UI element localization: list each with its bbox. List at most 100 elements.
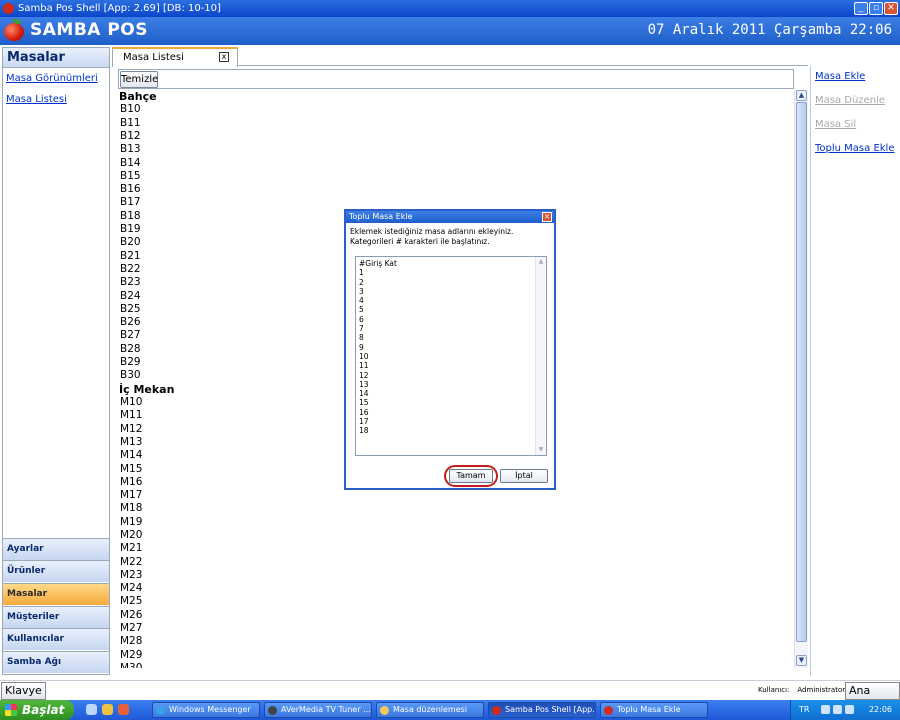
table-list-item[interactable]: M27 — [118, 622, 794, 635]
user-name: Administrator — [797, 686, 846, 694]
table-list-item[interactable]: M21 — [118, 542, 794, 555]
keyboard-button[interactable]: Klavye — [1, 682, 46, 700]
tab-bar: Masa Listesi x — [112, 47, 808, 67]
textarea-scroll-up-icon[interactable]: ▲ — [537, 257, 545, 266]
textarea-lines: #Giriş Kat 1 2 3 4 5 6 7 8 9 10 11 12 13 14 15 16 17 18 — [359, 259, 397, 436]
taskbar-button-label: Masa düzenlemesi — [393, 705, 468, 714]
taskbar-app-icon — [492, 706, 501, 715]
table-list-item[interactable]: M29 — [118, 649, 794, 662]
show-desktop-icon[interactable] — [86, 704, 97, 715]
table-list-item[interactable]: M19 — [118, 516, 794, 529]
main-menu-button[interactable]: Ana Menü — [845, 682, 900, 713]
table-list-item[interactable]: M24 — [118, 582, 794, 595]
dialog-instruction: Eklemek istediğiniz masa adlarını ekleyi… — [350, 227, 514, 246]
windows-flag-icon — [5, 704, 17, 716]
table-list-item[interactable]: M22 — [118, 556, 794, 569]
link-masa-gorunumleri[interactable]: Masa Görünümleri — [6, 73, 109, 89]
brand-name: SAMBA POS — [30, 20, 149, 40]
category-samba-agi[interactable]: Samba Ağı — [3, 651, 109, 673]
table-list-item[interactable]: B14 — [118, 157, 794, 170]
category-ayarlar[interactable]: Ayarlar — [3, 538, 109, 560]
masa-sil-link: Masa Sil — [815, 119, 857, 130]
scroll-thumb[interactable] — [796, 102, 807, 642]
textarea-line: 1 — [359, 268, 364, 278]
left-navigation: Masalar Masa Görünümleri Masa Listesi Ay… — [2, 47, 110, 675]
table-list-item[interactable]: M26 — [118, 609, 794, 622]
table-list-item[interactable]: B15 — [118, 170, 794, 183]
window-titlebar[interactable]: Samba Pos Shell [App: 2.69] [DB: 10-10] … — [0, 0, 900, 17]
table-list-item[interactable]: M20 — [118, 529, 794, 542]
filter-input[interactable] — [160, 71, 792, 88]
taskbar: Başlat Windows Messenger AVerMedia TV Tun… — [0, 700, 900, 720]
language-indicator[interactable]: TR — [799, 700, 809, 720]
dialog-close-icon[interactable]: ✕ — [542, 212, 552, 222]
filter-bar: Temizle — [118, 69, 794, 89]
tab-label: Masa Listesi — [123, 52, 184, 63]
firefox-quicklaunch-icon[interactable] — [118, 704, 129, 715]
table-list-item[interactable]: B12 — [118, 130, 794, 143]
close-window-button[interactable]: ✕ — [884, 2, 898, 15]
system-tray: TR 22:06 — [790, 700, 900, 720]
scroll-up-icon[interactable]: ▲ — [796, 90, 807, 101]
taskbar-button[interactable]: Toplu Masa Ekle — [600, 702, 708, 718]
textarea-scroll-down-icon[interactable]: ▼ — [537, 445, 545, 454]
maximize-button[interactable]: ▫ — [869, 2, 883, 15]
taskbar-button[interactable]: Masa düzenlemesi — [376, 702, 484, 718]
table-list-item[interactable]: B17 — [118, 196, 794, 209]
ok-button[interactable]: Tamam — [449, 469, 493, 483]
category-masalar[interactable]: Masalar — [3, 583, 109, 605]
table-list-item[interactable]: B11 — [118, 117, 794, 130]
table-list-scrollbar[interactable]: ▲ ▼ — [794, 90, 808, 668]
category-urunler[interactable]: Ürünler — [3, 560, 109, 582]
textarea-line: 9 — [359, 342, 364, 352]
table-list-item[interactable]: M17 — [118, 489, 794, 502]
table-list-item[interactable]: B16 — [118, 183, 794, 196]
masa-ekle-link[interactable]: Masa Ekle — [815, 71, 899, 90]
scroll-down-icon[interactable]: ▼ — [796, 655, 807, 666]
table-list-item[interactable]: M18 — [118, 502, 794, 515]
textarea-scrollbar[interactable]: ▲ ▼ — [535, 257, 546, 455]
textarea-line: 15 — [359, 398, 369, 408]
table-list-item[interactable]: M25 — [118, 595, 794, 608]
link-masa-listesi[interactable]: Masa Listesi — [6, 94, 109, 110]
table-list-item[interactable]: B10 — [118, 103, 794, 116]
sidebar-title: Masalar — [3, 48, 109, 68]
cancel-button[interactable]: İptal — [500, 469, 548, 483]
table-names-textarea[interactable]: #Giriş Kat 1 2 3 4 5 6 7 8 9 10 11 12 13 14 15 16 17 18 ▲ … — [355, 256, 547, 456]
tray-security-icon[interactable] — [845, 705, 854, 714]
tray-network-icon[interactable] — [821, 705, 830, 714]
category-musteriler[interactable]: Müşteriler — [3, 606, 109, 628]
tray-volume-icon[interactable] — [833, 705, 842, 714]
minimize-button[interactable]: _ — [854, 2, 868, 15]
textarea-line: #Giriş Kat — [359, 259, 397, 268]
textarea-line: 14 — [359, 389, 369, 399]
taskbar-button[interactable]: Samba Pos Shell [App... — [488, 702, 596, 718]
toplu-masa-ekle-link[interactable]: Toplu Masa Ekle — [815, 143, 899, 162]
textarea-line: 17 — [359, 417, 369, 427]
taskbar-button-label: Toplu Masa Ekle — [617, 705, 681, 714]
taskbar-button-label: Windows Messenger — [169, 705, 251, 714]
textarea-line: 8 — [359, 333, 364, 343]
taskbar-button[interactable]: Windows Messenger — [152, 702, 260, 718]
textarea-line: 5 — [359, 305, 364, 315]
apple-logo-icon — [4, 19, 24, 41]
start-button[interactable]: Başlat — [0, 700, 74, 720]
tab-close-icon[interactable]: x — [219, 52, 229, 62]
textarea-line: 12 — [359, 370, 369, 380]
table-list-item[interactable]: B13 — [118, 143, 794, 156]
app-icon — [3, 3, 14, 14]
table-list-item[interactable]: M23 — [118, 569, 794, 582]
taskbar-button[interactable]: AVerMedia TV Tuner ... — [264, 702, 372, 718]
masa-duzenle-link: Masa Düzenle — [815, 95, 885, 106]
textarea-line: 4 — [359, 296, 364, 306]
taskbar-app-icon — [156, 706, 165, 715]
textarea-line: 18 — [359, 426, 369, 436]
taskbar-app-icon — [604, 706, 613, 715]
clear-button[interactable]: Temizle — [120, 71, 158, 88]
table-list-item[interactable]: M28 — [118, 635, 794, 648]
table-list-item[interactable]: M30 — [118, 662, 794, 668]
category-kullanicilar[interactable]: Kullanıcılar — [3, 628, 109, 650]
messenger-quicklaunch-icon[interactable] — [102, 704, 113, 715]
tab-masa-listesi[interactable]: Masa Listesi x — [112, 47, 238, 67]
user-label: Kullanıcı: — [758, 686, 790, 694]
